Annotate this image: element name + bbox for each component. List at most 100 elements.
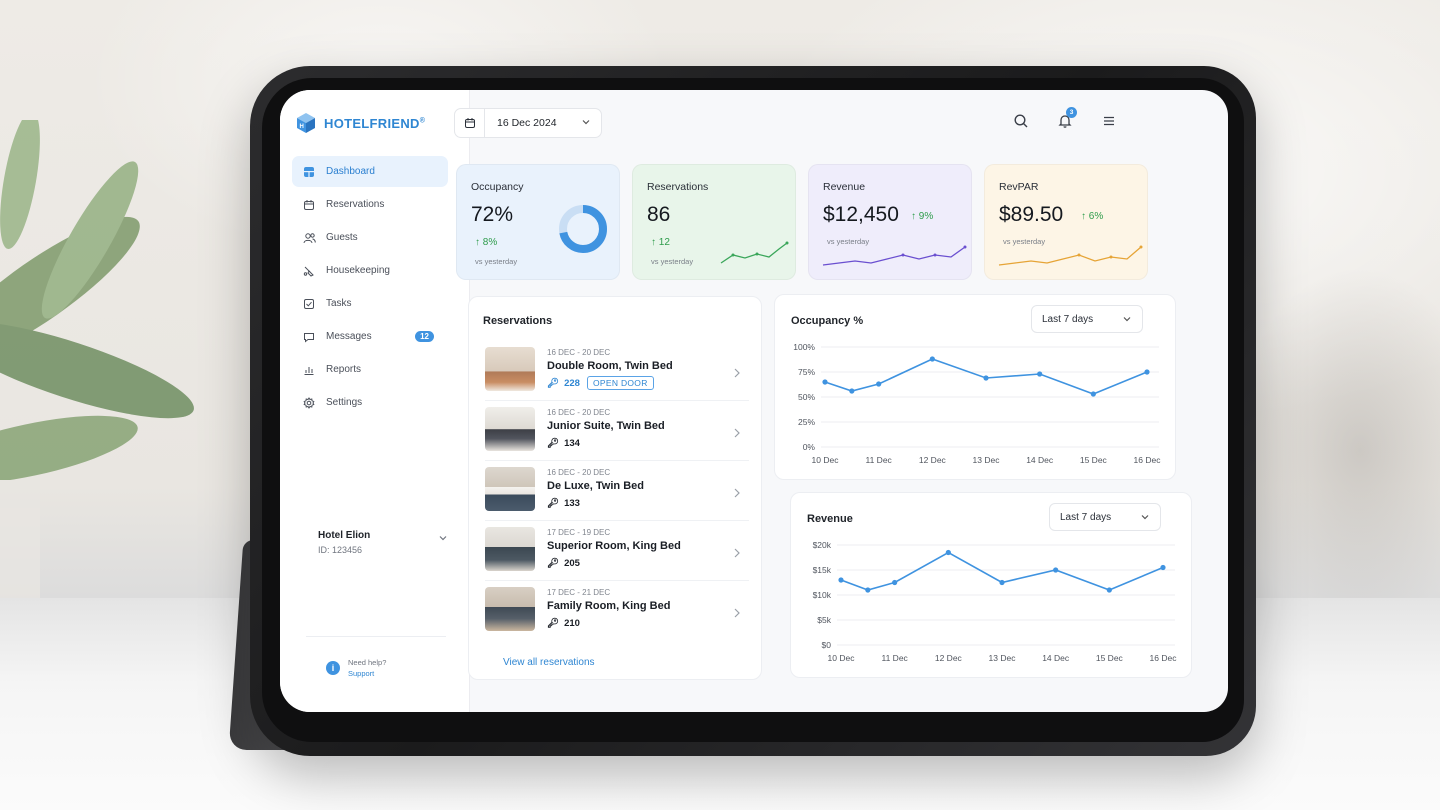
date-picker[interactable]: 16 Dec 2024: [454, 108, 602, 138]
kpi-value: 72%: [471, 203, 514, 226]
reservation-dates: 17 DEC - 19 DEC: [547, 528, 611, 537]
revenue-data-point[interactable]: [838, 577, 844, 583]
kpi-title: RevPAR: [999, 181, 1039, 193]
sidebar-item-tasks[interactable]: Tasks: [292, 288, 448, 319]
reservation-row[interactable]: 16 DEC - 20 DEC De Luxe, Twin Bed 🔑︎ 133: [485, 463, 749, 521]
occupancy-data-point[interactable]: [1037, 371, 1043, 377]
occupancy-x-tick-label: 13 Dec: [973, 455, 1001, 465]
kpi-delta: ↑ 12: [651, 237, 670, 248]
sidebar-item-guests[interactable]: Guests: [292, 222, 448, 253]
revenue-data-point[interactable]: [892, 579, 898, 586]
room-number: 🔑︎ 205: [547, 558, 580, 569]
occupancy-y-tick-label: 25%: [798, 417, 815, 427]
revenue-y-tick-label: $20k: [813, 540, 832, 550]
sidebar-item-label: Tasks: [326, 298, 352, 309]
occupancy-data-point[interactable]: [876, 381, 882, 387]
messages-icon: [302, 330, 316, 344]
sidebar: H HOTELFRIEND® Dashboard Reservations Gu…: [280, 90, 470, 712]
occupancy-x-tick-label: 11 Dec: [866, 455, 893, 465]
kpi-value: $89.50: [999, 203, 1064, 226]
sidebar-item-dashboard[interactable]: Dashboard: [292, 156, 448, 187]
menu-button[interactable]: [1098, 110, 1120, 132]
kpi-sub: vs yesterday: [475, 257, 518, 266]
arrow-up-icon: ↑: [1081, 211, 1089, 222]
reservation-row[interactable]: 17 DEC - 21 DEC Family Room, King Bed 🔑︎…: [485, 583, 749, 641]
kpi-delta: ↑ 8%: [475, 237, 498, 248]
dashboard-icon: [302, 165, 316, 179]
reservation-room-type: De Luxe, Twin Bed: [547, 480, 644, 492]
key-icon: 🔑︎: [547, 438, 560, 449]
revenue-range-select[interactable]: Last 7 days: [1049, 503, 1161, 531]
revpar-sparkline: [998, 245, 1143, 266]
sidebar-divider: [306, 636, 446, 637]
room-photo: [485, 587, 535, 631]
sidebar-item-label: Housekeeping: [326, 265, 390, 276]
occupancy-kpi-card[interactable]: Occupancy 72% ↑ 8% vs yesterday: [456, 164, 620, 280]
view-all-reservations-link[interactable]: View all reservations: [503, 657, 595, 668]
room-number: 🔑︎ 210: [547, 618, 580, 629]
occupancy-data-point[interactable]: [1144, 369, 1150, 375]
reservation-room-type: Family Room, King Bed: [547, 600, 671, 612]
sidebar-item-reservations[interactable]: Reservations: [292, 189, 448, 220]
chevron-right-icon: [733, 365, 741, 383]
occupancy-range-select[interactable]: Last 7 days: [1031, 305, 1143, 333]
arrow-up-icon: ↑: [475, 237, 483, 248]
revpar-kpi-card[interactable]: RevPAR $89.50 ↑ 6% vs yesterday: [984, 164, 1148, 280]
revenue-chart-panel: Revenue Last 7 days $0 $5k $10k $15k $20k 10 …: [790, 492, 1192, 678]
occupancy-data-point[interactable]: [929, 356, 935, 362]
sidebar-item-reports[interactable]: Reports: [292, 354, 448, 385]
occupancy-donut: [559, 205, 607, 253]
sidebar-item-label: Settings: [326, 397, 363, 408]
occupancy-data-point[interactable]: [822, 379, 828, 385]
reports-icon: [302, 363, 316, 377]
app-screen: H HOTELFRIEND® Dashboard Reservations Gu…: [280, 90, 1228, 712]
range-label: Last 7 days: [1060, 511, 1112, 523]
sidebar-item-housekeeping[interactable]: Housekeeping: [292, 255, 448, 286]
occupancy-data-point[interactable]: [849, 388, 855, 394]
revenue-data-point[interactable]: [865, 587, 871, 593]
revenue-y-tick-label: $10k: [813, 590, 832, 600]
occupancy-data-point[interactable]: [1090, 391, 1096, 397]
revenue-x-tick-label: 10 Dec: [828, 653, 856, 663]
revenue-x-tick-label: 11 Dec: [882, 653, 909, 663]
occupancy-x-tick-label: 10 Dec: [812, 455, 840, 465]
support-link[interactable]: i Need help? Support: [326, 658, 386, 678]
sidebar-item-label: Guests: [326, 232, 358, 243]
revenue-data-point[interactable]: [945, 549, 951, 556]
reservation-row[interactable]: 17 DEC - 19 DEC Superior Room, King Bed …: [485, 523, 749, 581]
reservation-row[interactable]: 16 DEC - 20 DEC Double Room, Twin Bed 🔑︎…: [485, 343, 749, 401]
room-photo: [485, 527, 535, 571]
search-button[interactable]: [1010, 110, 1032, 132]
reservations-kpi-card[interactable]: Reservations 86 ↑ 12 vs yesterday: [632, 164, 796, 280]
selected-date: 16 Dec 2024: [497, 117, 557, 129]
sidebar-item-label: Messages: [326, 331, 372, 342]
sidebar-item-label: Dashboard: [326, 166, 375, 177]
occupancy-y-tick-label: 100%: [793, 342, 815, 352]
hotel-selector[interactable]: Hotel Elion ID: 123456: [318, 530, 448, 555]
key-icon: 🔑︎: [547, 378, 560, 389]
revenue-data-point[interactable]: [1106, 587, 1112, 593]
reservation-room-type: Junior Suite, Twin Bed: [547, 420, 665, 432]
chevron-right-icon: [733, 605, 741, 623]
occupancy-chart-panel: Occupancy % Last 7 days 0% 25% 50% 75% 100% 1…: [774, 294, 1176, 480]
chart-title: Occupancy %: [791, 315, 864, 327]
revenue-data-point[interactable]: [999, 579, 1005, 586]
guests-icon: [302, 231, 316, 245]
sidebar-item-messages[interactable]: Messages 12: [292, 321, 448, 352]
room-photo: [485, 347, 535, 391]
range-label: Last 7 days: [1042, 313, 1094, 325]
reservation-row[interactable]: 16 DEC - 20 DEC Junior Suite, Twin Bed 🔑…: [485, 403, 749, 461]
reservations-sparkline: [720, 241, 789, 264]
open-door-button[interactable]: OPEN DOOR: [587, 376, 654, 390]
revenue-data-point[interactable]: [1160, 564, 1166, 571]
notifications-button[interactable]: 3: [1054, 107, 1077, 132]
revenue-kpi-card[interactable]: Revenue $12,450 ↑ 9% vs yesterday: [808, 164, 972, 280]
revenue-line-chart: $0 $5k $10k $15k $20k 10 Dec 11 Dec 12 Dec 13 De…: [813, 540, 1178, 663]
occupancy-data-point[interactable]: [983, 375, 989, 381]
sidebar-item-settings[interactable]: Settings: [292, 387, 448, 418]
room-number: 🔑︎ 134: [547, 438, 580, 449]
support-label: Support: [348, 669, 375, 678]
revenue-data-point[interactable]: [1053, 567, 1059, 573]
brand-logo[interactable]: H HOTELFRIEND®: [296, 112, 425, 134]
kpi-title: Occupancy: [471, 181, 524, 193]
